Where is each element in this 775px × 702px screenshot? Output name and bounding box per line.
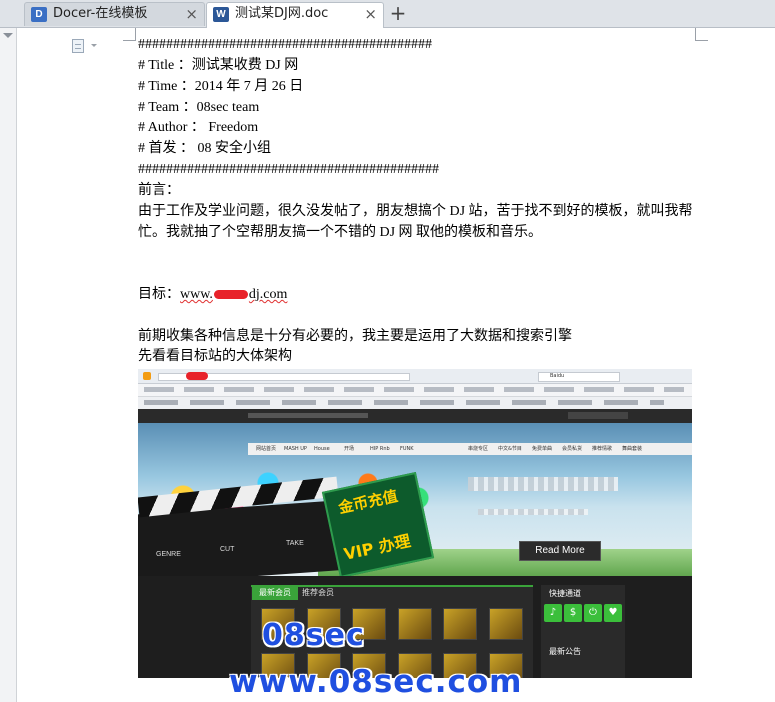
- doc-line: 忙。我就抽了个空帮朋友搞一个不错的 DJ 网 取他的模板和音乐。: [138, 225, 543, 240]
- page-margin-corner: [123, 28, 136, 41]
- doc-line: 由于工作及学业问题，很久没发帖了，朋友想搞个 DJ 站，苦于找不到好的模板，就叫…: [138, 204, 693, 219]
- nav-item: 串烧专区: [468, 446, 489, 452]
- redaction-mark: [213, 290, 248, 300]
- nav-item: MASH UP: [284, 446, 307, 452]
- word-document-icon: W: [213, 7, 229, 22]
- nav-item: 推荐情歌: [592, 446, 613, 452]
- nav-item: FUNK: [400, 446, 414, 452]
- target-suffix: dj.com: [248, 287, 288, 302]
- close-icon[interactable]: ×: [364, 3, 377, 25]
- heart-icon: ♥: [604, 604, 622, 622]
- nav-item: 网站首页: [256, 446, 277, 452]
- browser-address-bar: Baidu: [138, 369, 692, 384]
- member-avatar: [443, 608, 477, 640]
- watermark-url: www.08sec.com: [229, 664, 523, 700]
- doc-line: # 首发 ： 08 安全小组: [138, 141, 271, 156]
- tab-test-dj-doc[interactable]: W 测试某DJ网.doc ×: [206, 2, 384, 28]
- site-header: [138, 409, 692, 423]
- doc-line-target: 目标：www. dj.com: [138, 286, 287, 304]
- site-nav: 网站首页 MASH UP House 开场 HIP Rnb FUNK 串烧专区 …: [248, 443, 692, 455]
- nav-item: 免费单曲: [532, 446, 553, 452]
- embedded-screenshot[interactable]: Baidu 网站首页 MASH UP House 开场 HIP Rnb FUNK…: [138, 369, 692, 678]
- tab-bar: D Docer-在线模板 × W 测试某DJ网.doc × +: [0, 0, 775, 28]
- tab-label: Docer-在线模板: [53, 6, 148, 21]
- site-search: [568, 412, 628, 419]
- member-avatar: [398, 608, 432, 640]
- doc-line: ########################################…: [138, 162, 439, 177]
- doc-line: # Title ：测试某收费 DJ 网: [138, 58, 299, 73]
- power-icon: ⏻: [584, 604, 602, 622]
- panel-tab-recommended-members: 推荐会员: [302, 588, 334, 597]
- read-more-button: Read More: [519, 541, 601, 561]
- collapse-arrow-icon[interactable]: [3, 33, 13, 38]
- latest-notice-title: 最新公告: [549, 647, 581, 656]
- doc-line: 前言：: [138, 183, 180, 198]
- nav-item: 中文&节目: [498, 446, 522, 452]
- blurred-banner-text: [468, 477, 618, 491]
- nav-item: 舞曲套装: [622, 446, 643, 452]
- nav-item: 开场: [344, 446, 355, 452]
- site-top-links: [248, 413, 368, 418]
- doc-line: # Author ： Freedom: [138, 120, 259, 135]
- doc-line: 先看看目标站的大体架构: [138, 349, 292, 364]
- nav-item: 会员私货: [562, 446, 583, 452]
- target-url: www. dj.com: [180, 287, 287, 302]
- bookmark-items: [144, 387, 684, 392]
- doc-line: 前期收集各种信息是十分有必要的，我主要是运用了大数据和搜索引擎: [138, 329, 572, 344]
- tab-label: 测试某DJ网.doc: [235, 6, 329, 21]
- page-margin-corner: [695, 28, 708, 41]
- document-map-icon[interactable]: [72, 39, 84, 53]
- vertical-ruler: [0, 28, 17, 702]
- target-label: 目标：: [138, 287, 180, 302]
- tab-docer-templates[interactable]: D Docer-在线模板 ×: [24, 2, 205, 26]
- bookmarks-bar: [138, 384, 692, 397]
- nav-item: House: [314, 446, 330, 452]
- music-note-icon: ♪: [544, 604, 562, 622]
- blurred-banner-text: [478, 509, 588, 515]
- toolbar-items: [144, 400, 664, 405]
- clapper-label: CUT: [220, 546, 235, 553]
- watermark-logo: 08sec: [262, 618, 365, 653]
- dollar-icon: $: [564, 604, 582, 622]
- doc-line: ########################################…: [138, 37, 432, 52]
- browser-search-label: Baidu: [550, 373, 565, 379]
- doc-line: # Time ：2014 年 7 月 26 日: [138, 79, 304, 94]
- redaction-mark: [186, 372, 208, 380]
- docer-icon: D: [31, 7, 47, 22]
- clapper-label: TAKE: [286, 540, 304, 547]
- nav-item: HIP Rnb: [370, 446, 390, 452]
- doc-line: # Team ：08sec team: [138, 100, 260, 115]
- target-prefix: www.: [180, 287, 213, 302]
- new-tab-button[interactable]: +: [386, 2, 410, 26]
- browser-logo-icon: [143, 372, 151, 380]
- panel-tab-latest-members: 最新会员: [252, 586, 298, 600]
- clapper-label: GENRE: [156, 551, 181, 558]
- chevron-down-icon[interactable]: [91, 44, 97, 47]
- member-avatar: [489, 608, 523, 640]
- quick-access-title: 快捷通道: [549, 589, 581, 598]
- close-icon[interactable]: ×: [185, 3, 198, 25]
